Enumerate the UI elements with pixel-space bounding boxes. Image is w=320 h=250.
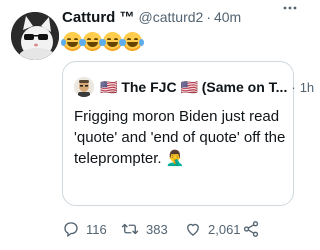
share-icon bbox=[243, 221, 259, 237]
reply-count: 116 bbox=[86, 221, 107, 237]
quoted-author-avatar bbox=[74, 77, 94, 97]
joy-emoji bbox=[101, 32, 124, 51]
more-options-button[interactable] bbox=[282, 0, 298, 20]
separator-dot: · bbox=[206, 9, 211, 25]
more-icon bbox=[283, 6, 297, 10]
retweet-count: 383 bbox=[146, 221, 168, 237]
retweet-button[interactable]: 383 bbox=[120, 214, 168, 244]
tweet-timestamp[interactable]: 40m bbox=[214, 9, 241, 25]
joy-emoji bbox=[61, 32, 84, 51]
quoted-tweet-header: 🇺🇸 The FJC 🇺🇸 (Same on T... · 1h bbox=[74, 77, 314, 97]
author-name[interactable]: Catturd ™ bbox=[62, 9, 135, 26]
like-icon bbox=[187, 223, 199, 236]
quoted-tweet-card[interactable]: 🇺🇸 The FJC 🇺🇸 (Same on T... · 1h Friggin… bbox=[62, 61, 314, 206]
reply-button[interactable]: 116 bbox=[62, 214, 107, 244]
joy-emoji bbox=[121, 32, 144, 51]
cat-avatar-image bbox=[11, 12, 59, 60]
share-button[interactable] bbox=[242, 214, 260, 244]
author-avatar[interactable] bbox=[11, 12, 59, 60]
quoted-author-name[interactable]: 🇺🇸 The FJC 🇺🇸 (Same on T... bbox=[100, 79, 287, 96]
quoted-tweet-separator: · bbox=[291, 79, 296, 95]
reply-icon bbox=[64, 222, 78, 238]
author-handle[interactable]: @catturd2 bbox=[139, 9, 204, 25]
like-count: 2,061 bbox=[208, 221, 241, 237]
quoted-tweet-text: Frigging moron Biden just read 'quote' a… bbox=[74, 108, 286, 167]
joy-emoji bbox=[81, 32, 104, 51]
tweet-header: Catturd ™ @catturd2 · 40m bbox=[62, 6, 298, 28]
quoted-tweet-timestamp[interactable]: 1h bbox=[300, 80, 314, 95]
retweet-icon bbox=[121, 223, 139, 235]
person-avatar-image bbox=[74, 77, 94, 97]
tweet-action-bar: 116 383 2,061 bbox=[62, 214, 298, 244]
tweet-text: 😂😂😂😂 bbox=[61, 32, 144, 54]
like-button[interactable]: 2,061 bbox=[184, 214, 241, 244]
